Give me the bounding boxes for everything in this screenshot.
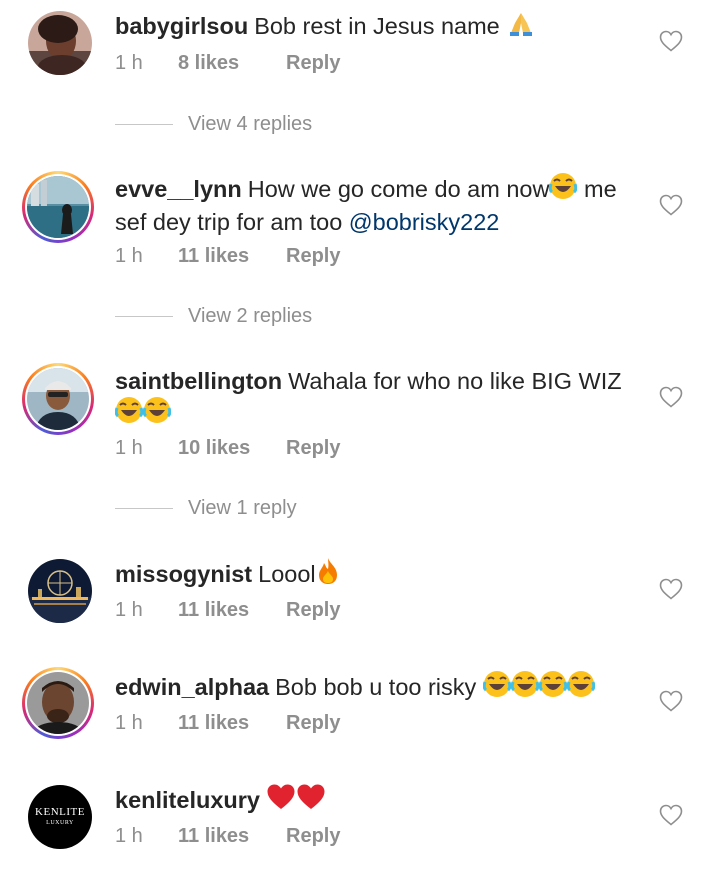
comment-time: 1 h (115, 599, 143, 621)
reply-button[interactable]: Reply (286, 825, 340, 848)
reply-button[interactable]: Reply (286, 52, 340, 75)
reply-button[interactable]: Reply (286, 245, 340, 268)
joy-emoji-icon (538, 670, 568, 705)
red-heart-emoji-icon (296, 783, 326, 818)
comment-body: Bob rest in Jesus name (254, 13, 500, 39)
comment-likes[interactable]: 11 likes (178, 245, 286, 268)
comment-text: edwin_alphaa Bob bob u too risky (115, 670, 640, 705)
comment-meta: 1 h 10 likes Reply (115, 437, 340, 460)
heart-outline-icon[interactable] (659, 30, 683, 52)
comment-likes[interactable]: 11 likes (178, 599, 286, 622)
comment-time: 1 h (115, 437, 143, 459)
heart-outline-icon[interactable] (659, 804, 683, 826)
replies-divider (115, 124, 173, 125)
comment-username[interactable]: saintbellington (115, 368, 282, 394)
replies-divider (115, 508, 173, 509)
view-replies-label[interactable]: View 4 replies (188, 113, 312, 136)
heart-outline-icon[interactable] (659, 386, 683, 408)
comment-username[interactable]: evve__lynn (115, 176, 242, 202)
comment-likes[interactable]: 10 likes (178, 437, 286, 460)
comment-username[interactable]: missogynist (115, 561, 252, 587)
heart-outline-icon[interactable] (659, 690, 683, 712)
avatar[interactable] (22, 363, 94, 435)
fire-emoji-icon (316, 557, 340, 592)
avatar[interactable] (22, 667, 94, 739)
comment-text: missogynist Loool (115, 557, 640, 592)
view-replies-label[interactable]: View 2 replies (188, 305, 312, 328)
comment-body: Loool (258, 561, 316, 587)
comment-time: 1 h (115, 52, 143, 74)
comment-body: Bob bob u too risky (275, 674, 477, 700)
comment-meta: 1 h 11 likes Reply (115, 825, 340, 848)
view-replies-label[interactable]: View 1 reply (188, 497, 297, 520)
comment-likes[interactable]: 8 likes (178, 52, 286, 75)
comment-meta: 1 h 8 likes Reply (115, 52, 340, 75)
joy-emoji-icon (142, 396, 172, 431)
replies-divider (115, 316, 173, 317)
comment-likes[interactable]: 11 likes (178, 712, 286, 735)
comment-username[interactable]: babygirlsou (115, 13, 248, 39)
comment-meta: 1 h 11 likes Reply (115, 245, 340, 268)
avatar-logo-text: KENLITE (35, 806, 85, 818)
avatar[interactable]: KENLITE LUXURY (28, 785, 92, 849)
comment-text: babygirlsou Bob rest in Jesus name (115, 9, 640, 44)
comment-username[interactable]: kenliteluxury (115, 787, 260, 813)
comment-likes[interactable]: 11 likes (178, 825, 286, 848)
heart-outline-icon[interactable] (659, 578, 683, 600)
pray-emoji-icon (506, 9, 536, 44)
comment-body: Wahala for who no like BIG WIZ (288, 368, 622, 394)
avatar-logo-subtext: LUXURY (46, 820, 74, 826)
comment-meta: 1 h 11 likes Reply (115, 712, 340, 735)
joy-emoji-icon (566, 670, 596, 705)
reply-button[interactable]: Reply (286, 437, 340, 460)
mention-link[interactable]: @bobrisky222 (349, 209, 500, 235)
comment-text: saintbellington Wahala for who no like BI… (114, 366, 640, 431)
view-replies-button[interactable]: View 4 replies (115, 113, 312, 136)
comment-text: kenliteluxury (115, 783, 640, 818)
reply-button[interactable]: Reply (286, 599, 340, 622)
comment-meta: 1 h 11 likes Reply (115, 599, 340, 622)
avatar[interactable] (22, 171, 94, 243)
reply-button[interactable]: Reply (286, 712, 340, 735)
avatar[interactable] (28, 559, 92, 623)
view-replies-button[interactable]: View 1 reply (115, 497, 297, 520)
comment-username[interactable]: edwin_alphaa (115, 674, 269, 700)
joy-emoji-icon (549, 172, 578, 207)
avatar[interactable] (28, 11, 92, 75)
comment-time: 1 h (115, 245, 143, 267)
view-replies-button[interactable]: View 2 replies (115, 305, 312, 328)
comment-text: evve__lynn How we go come do am now me se… (115, 172, 640, 237)
comment-time: 1 h (115, 825, 143, 847)
red-heart-emoji-icon (266, 783, 296, 818)
comment-body: How we go come do am now (247, 176, 550, 202)
heart-outline-icon[interactable] (659, 194, 683, 216)
comment-time: 1 h (115, 712, 143, 734)
joy-emoji-icon (482, 670, 512, 705)
joy-emoji-icon (114, 396, 144, 431)
joy-emoji-icon (510, 670, 540, 705)
